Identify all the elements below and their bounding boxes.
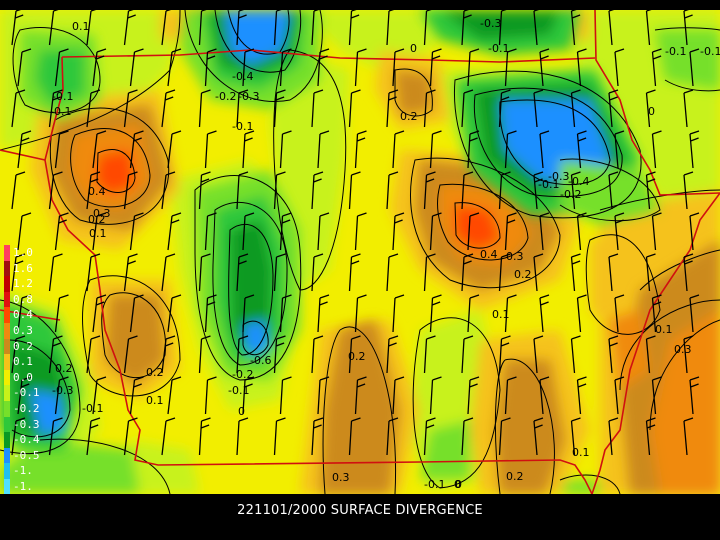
legend-label: 1.6 — [13, 261, 33, 275]
legend-entry: 0.0 — [2, 369, 52, 386]
legend-swatch — [4, 385, 10, 401]
contour-label: 0.2 — [146, 366, 164, 379]
contour-label: 0.2 — [506, 470, 524, 483]
legend-label: 0.4 — [13, 308, 33, 322]
contour-label: 0.1 — [655, 323, 673, 336]
legend-swatch — [4, 354, 10, 370]
contour-label: 0 — [238, 405, 245, 418]
contour-label: -0.1 — [232, 120, 253, 133]
contour-label: -0.1 — [488, 42, 509, 55]
legend-entry: 0.4 — [2, 307, 52, 323]
divergence-map-window: 0.1 -0.3 -0.1 -0.1 0 -0.4 -0.2 -0.3 -0.1 -0.1 0.2 0… — [0, 0, 720, 540]
legend-entry: -0.4 — [2, 432, 52, 448]
contour-label: 0.2 — [88, 213, 106, 226]
contour-label: -0.2 — [215, 90, 236, 103]
legend-label: 0.1 — [13, 355, 33, 369]
contour-label: -0.1 — [52, 90, 73, 103]
legend-swatch — [4, 400, 10, 417]
legend-label: -0.4 — [13, 433, 40, 447]
legend-entry: -1. — [2, 463, 52, 479]
contour-label: 0.4 — [480, 248, 498, 261]
legend-swatch — [4, 463, 10, 479]
contour-label: -0.4 — [568, 175, 589, 188]
caption-bar: 221101/2000 SURFACE DIVERGENCE — [0, 494, 720, 540]
contour-label: 0.3 — [674, 343, 692, 356]
divergence-fill-field — [0, 10, 720, 494]
contour-label: -0.4 — [232, 70, 253, 83]
contour-label: -0.1 — [538, 178, 559, 191]
legend-entry: -1. — [2, 478, 52, 495]
legend-swatch — [4, 447, 10, 464]
color-scale-legend: 1.0 1.6 1.2 0.8 0.4 0.3 0.2 0.1 0.0 -0.1 -0.2 -0.3 -… — [2, 245, 52, 526]
legend-entry: 0.3 — [2, 322, 52, 339]
contour-label: -0.1 — [665, 45, 686, 58]
contour-label: -0.1 — [700, 45, 720, 58]
contour-label: -0.3 — [480, 17, 501, 30]
legend-swatch — [4, 369, 10, 386]
legend-entry: 0.2 — [2, 338, 52, 355]
legend-swatch — [4, 322, 10, 339]
legend-entry: -0.1 — [2, 385, 52, 401]
legend-label: 1.0 — [13, 246, 33, 259]
legend-swatch — [4, 260, 10, 277]
contour-label: -0.3 — [238, 90, 259, 103]
contour-label: 0.1 — [89, 227, 107, 240]
contour-label: -0.2 — [560, 188, 581, 201]
legend-label: -1. — [13, 479, 33, 493]
legend-label: 0.0 — [13, 370, 33, 384]
contour-label: 0.2 — [348, 350, 366, 363]
legend-swatch — [4, 245, 10, 261]
contour-label: -0.1 — [82, 402, 103, 415]
contour-label: 0.3 — [506, 250, 524, 263]
contour-label: 0 — [410, 42, 417, 55]
legend-entry: -0.3 — [2, 416, 52, 433]
legend-swatch — [4, 478, 10, 495]
legend-entry: 0.8 — [2, 291, 52, 308]
legend-swatch — [4, 432, 10, 448]
contour-label: 0.4 — [88, 185, 106, 198]
legend-entry: 0.1 — [2, 354, 52, 370]
contour-label: 0.2 — [55, 362, 73, 375]
contour-label: 0 — [648, 105, 655, 118]
divergence-map: 0.1 -0.3-0.1-0.10-0.4-0.2 -0.3-0.1-0.10.2 0… — [0, 10, 720, 494]
legend-entry: 1.2 — [2, 276, 52, 292]
contour-label: 0.1 — [492, 308, 510, 321]
legend-entry: -0.5 — [2, 447, 52, 464]
contour-label: 0.3 — [332, 471, 350, 484]
legend-swatch — [4, 307, 10, 323]
contour-label: -0.1 — [424, 478, 445, 491]
contour-label: -0.3 — [52, 384, 73, 397]
legend-label: -0.1 — [13, 386, 40, 400]
legend-label: -0.3 — [13, 417, 40, 431]
contour-label: -0.1 — [50, 105, 71, 118]
contour-label: -0.1 — [228, 384, 249, 397]
legend-label: 0.8 — [13, 292, 33, 306]
contour-label: 0.2 — [400, 110, 418, 123]
legend-label: 0.2 — [13, 339, 33, 353]
legend-swatch — [4, 338, 10, 355]
contour-label: 0.2 — [514, 268, 532, 281]
legend-entry: 1.0 — [2, 245, 52, 261]
contour-label: 0.1 — [72, 20, 90, 33]
map-title: 221101/2000 SURFACE DIVERGENCE — [237, 503, 483, 518]
legend-label: -1. — [13, 464, 33, 478]
contour-label: 0 — [455, 478, 462, 491]
contour-label: -0.2 — [232, 368, 253, 381]
legend-label: -0.2 — [13, 401, 40, 415]
contour-label: -0.6 — [250, 354, 271, 367]
contour-label: 0.1 — [146, 394, 164, 407]
legend-swatch — [4, 291, 10, 308]
legend-entry: -0.2 — [2, 400, 52, 417]
contour-label: 0.1 — [572, 446, 590, 459]
legend-entry: 1.6 — [2, 260, 52, 277]
legend-label: 1.2 — [13, 277, 33, 291]
legend-label: -0.5 — [13, 448, 40, 462]
legend-swatch — [4, 416, 10, 433]
legend-swatch — [4, 276, 10, 292]
legend-label: 0.3 — [13, 323, 33, 337]
